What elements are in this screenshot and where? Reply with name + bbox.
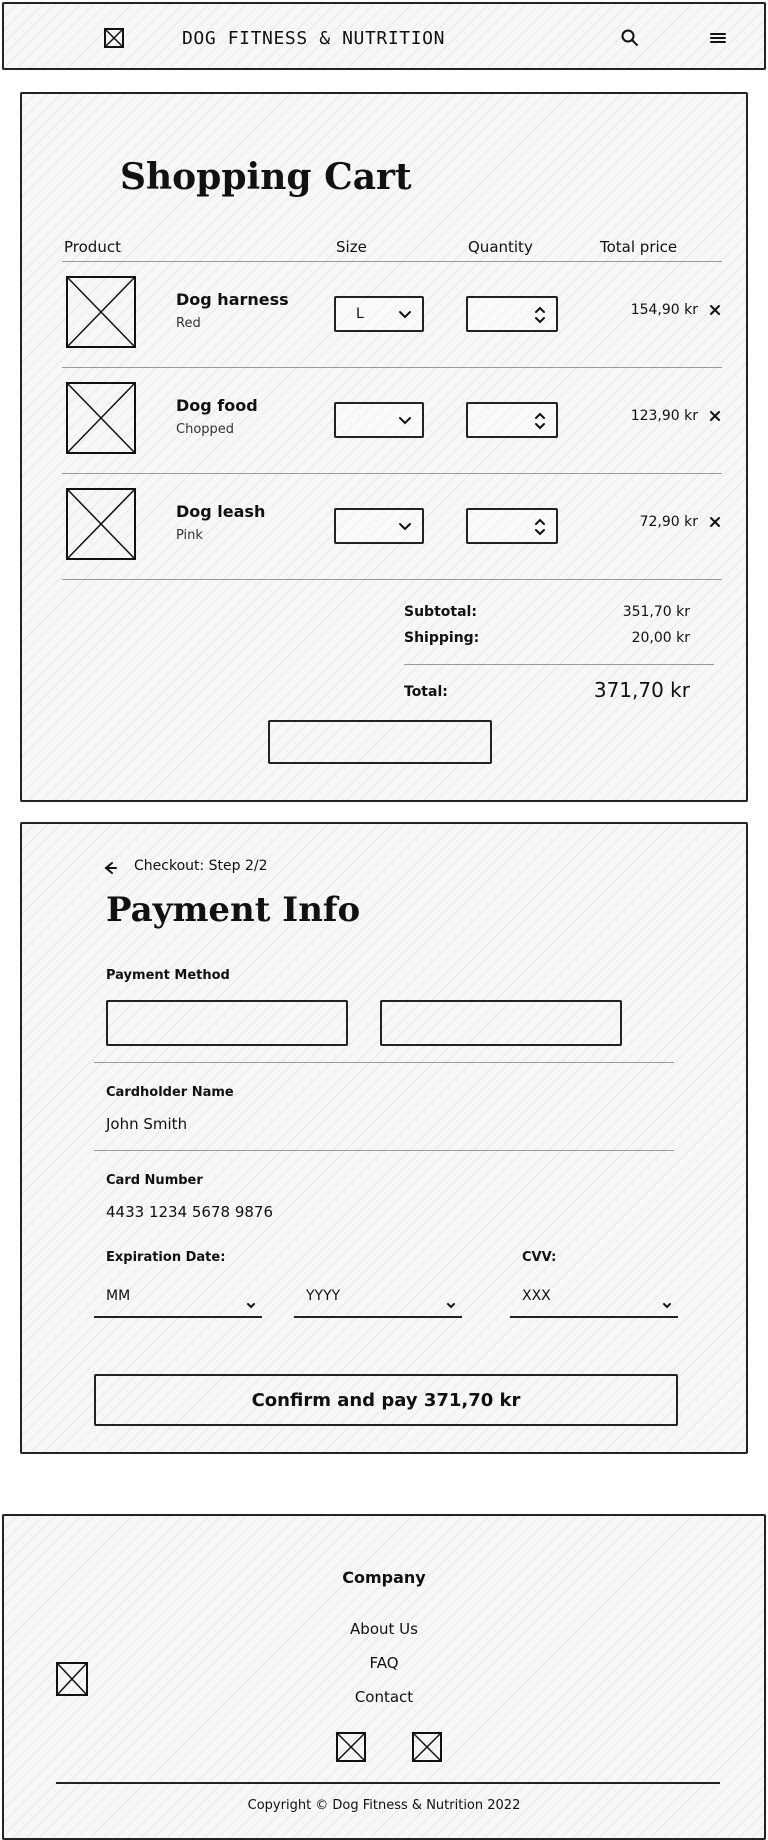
product-image-placeholder [66, 276, 136, 348]
exp-year-select[interactable]: YYYY [294, 1282, 462, 1318]
cvv-label: CVV: [522, 1250, 557, 1265]
cart-primary-action-button[interactable] [268, 720, 492, 764]
chevron-down-icon [662, 1296, 672, 1309]
product-image-placeholder [66, 488, 136, 560]
site-header: DOG FITNESS & NUTRITION [2, 2, 766, 70]
col-total-price: Total price [600, 238, 678, 256]
shipping-label: Shipping: [404, 630, 480, 646]
quantity-stepper[interactable] [466, 296, 558, 332]
cvv-input[interactable]: XXX [510, 1282, 678, 1318]
quantity-stepper[interactable] [466, 402, 558, 438]
chevron-down-icon [398, 412, 412, 426]
cart-row: Dog food Chopped 123,90 kr [62, 368, 722, 474]
exp-month-placeholder: MM [106, 1288, 131, 1304]
cart-row: Dog leash Pink 72,90 kr [62, 474, 722, 580]
card-number-label: Card Number [106, 1173, 203, 1188]
footer-logo-placeholder-icon [56, 1662, 88, 1696]
cart-title: Shopping Cart [120, 156, 412, 198]
chevron-down-icon [398, 306, 412, 320]
exp-month-select[interactable]: MM [94, 1282, 262, 1318]
product-name: Dog food [176, 396, 258, 415]
payment-method-option-2[interactable] [380, 1000, 622, 1046]
shopping-cart-panel: Shopping Cart Product Size Quantity Tota… [20, 92, 748, 802]
chevron-down-icon [246, 1296, 256, 1309]
summary-divider [404, 664, 714, 665]
size-select[interactable] [334, 508, 424, 544]
brand-title[interactable]: DOG FITNESS & NUTRITION [182, 28, 445, 49]
product-variant: Red [176, 316, 201, 331]
remove-item-icon[interactable] [708, 514, 722, 528]
cart-row: Dog harness Red L 154,90 kr [62, 262, 722, 368]
confirm-and-pay-button[interactable]: Confirm and pay 371,70 kr [94, 1374, 678, 1426]
site-footer: Company About Us FAQ Contact Copyright ©… [2, 1514, 766, 1840]
hamburger-menu-icon[interactable] [708, 28, 728, 48]
payment-title: Payment Info [106, 890, 361, 930]
cardholder-name-value: John Smith [106, 1115, 188, 1133]
payment-method-option-1[interactable] [106, 1000, 348, 1046]
product-name: Dog leash [176, 502, 266, 521]
line-total-price: 123,90 kr [630, 408, 698, 424]
size-select-value: L [356, 306, 364, 322]
search-icon[interactable] [620, 28, 640, 48]
col-product: Product [64, 238, 121, 256]
cvv-placeholder: XXX [522, 1288, 551, 1304]
footer-divider [56, 1782, 720, 1784]
product-name: Dog harness [176, 290, 289, 309]
subtotal-label: Subtotal: [404, 604, 477, 620]
total-value: 371,70 kr [593, 678, 690, 702]
footer-company-title: Company [342, 1568, 426, 1587]
exp-year-placeholder: YYYY [306, 1288, 341, 1304]
size-select[interactable] [334, 402, 424, 438]
stepper-arrows-icon[interactable] [534, 411, 546, 431]
shipping-value: 20,00 kr [631, 630, 690, 646]
size-select[interactable]: L [334, 296, 424, 332]
cardholder-name-label: Cardholder Name [106, 1085, 234, 1100]
chevron-down-icon [398, 518, 412, 532]
line-total-price: 154,90 kr [630, 302, 698, 318]
product-image-placeholder [66, 382, 136, 454]
expiration-date-label: Expiration Date: [106, 1250, 226, 1265]
footer-link-about-us[interactable]: About Us [4, 1620, 764, 1638]
cart-table-header: Product Size Quantity Total price [62, 238, 722, 262]
cardholder-name-field[interactable]: Cardholder Name John Smith [94, 1062, 674, 1150]
logo-placeholder-icon[interactable] [104, 28, 124, 48]
chevron-down-icon [446, 1296, 456, 1309]
remove-item-icon[interactable] [708, 408, 722, 422]
payment-method-label: Payment Method [106, 968, 230, 983]
cart-summary: Subtotal: 351,70 kr Shipping: 20,00 kr T… [404, 594, 714, 712]
copyright-text: Copyright © Dog Fitness & Nutrition 2022 [247, 1798, 521, 1813]
stepper-arrows-icon[interactable] [534, 517, 546, 537]
payment-panel: Checkout: Step 2/2 Payment Info Payment … [20, 822, 748, 1454]
quantity-stepper[interactable] [466, 508, 558, 544]
col-size: Size [336, 238, 367, 256]
line-total-price: 72,90 kr [639, 514, 698, 530]
total-label: Total: [404, 684, 448, 700]
subtotal-value: 351,70 kr [622, 604, 690, 620]
social-icon[interactable] [412, 1732, 442, 1762]
product-variant: Chopped [176, 422, 235, 437]
footer-link-contact[interactable]: Contact [4, 1688, 764, 1706]
social-icon[interactable] [336, 1732, 366, 1762]
remove-item-icon[interactable] [708, 302, 722, 316]
footer-links: About Us FAQ Contact [4, 1620, 764, 1722]
checkout-step-text: Checkout: Step 2/2 [134, 858, 268, 874]
footer-link-faq[interactable]: FAQ [4, 1654, 764, 1672]
card-number-field[interactable]: Card Number 4433 1234 5678 9876 [94, 1150, 674, 1238]
expiration-and-cvv: Expiration Date: CVV: MM YYYY XXX [94, 1244, 678, 1340]
col-quantity: Quantity [468, 238, 533, 256]
stepper-arrows-icon[interactable] [534, 305, 546, 325]
product-variant: Pink [176, 528, 203, 543]
card-number-value: 4433 1234 5678 9876 [106, 1203, 273, 1221]
back-arrow-icon[interactable] [102, 860, 118, 876]
